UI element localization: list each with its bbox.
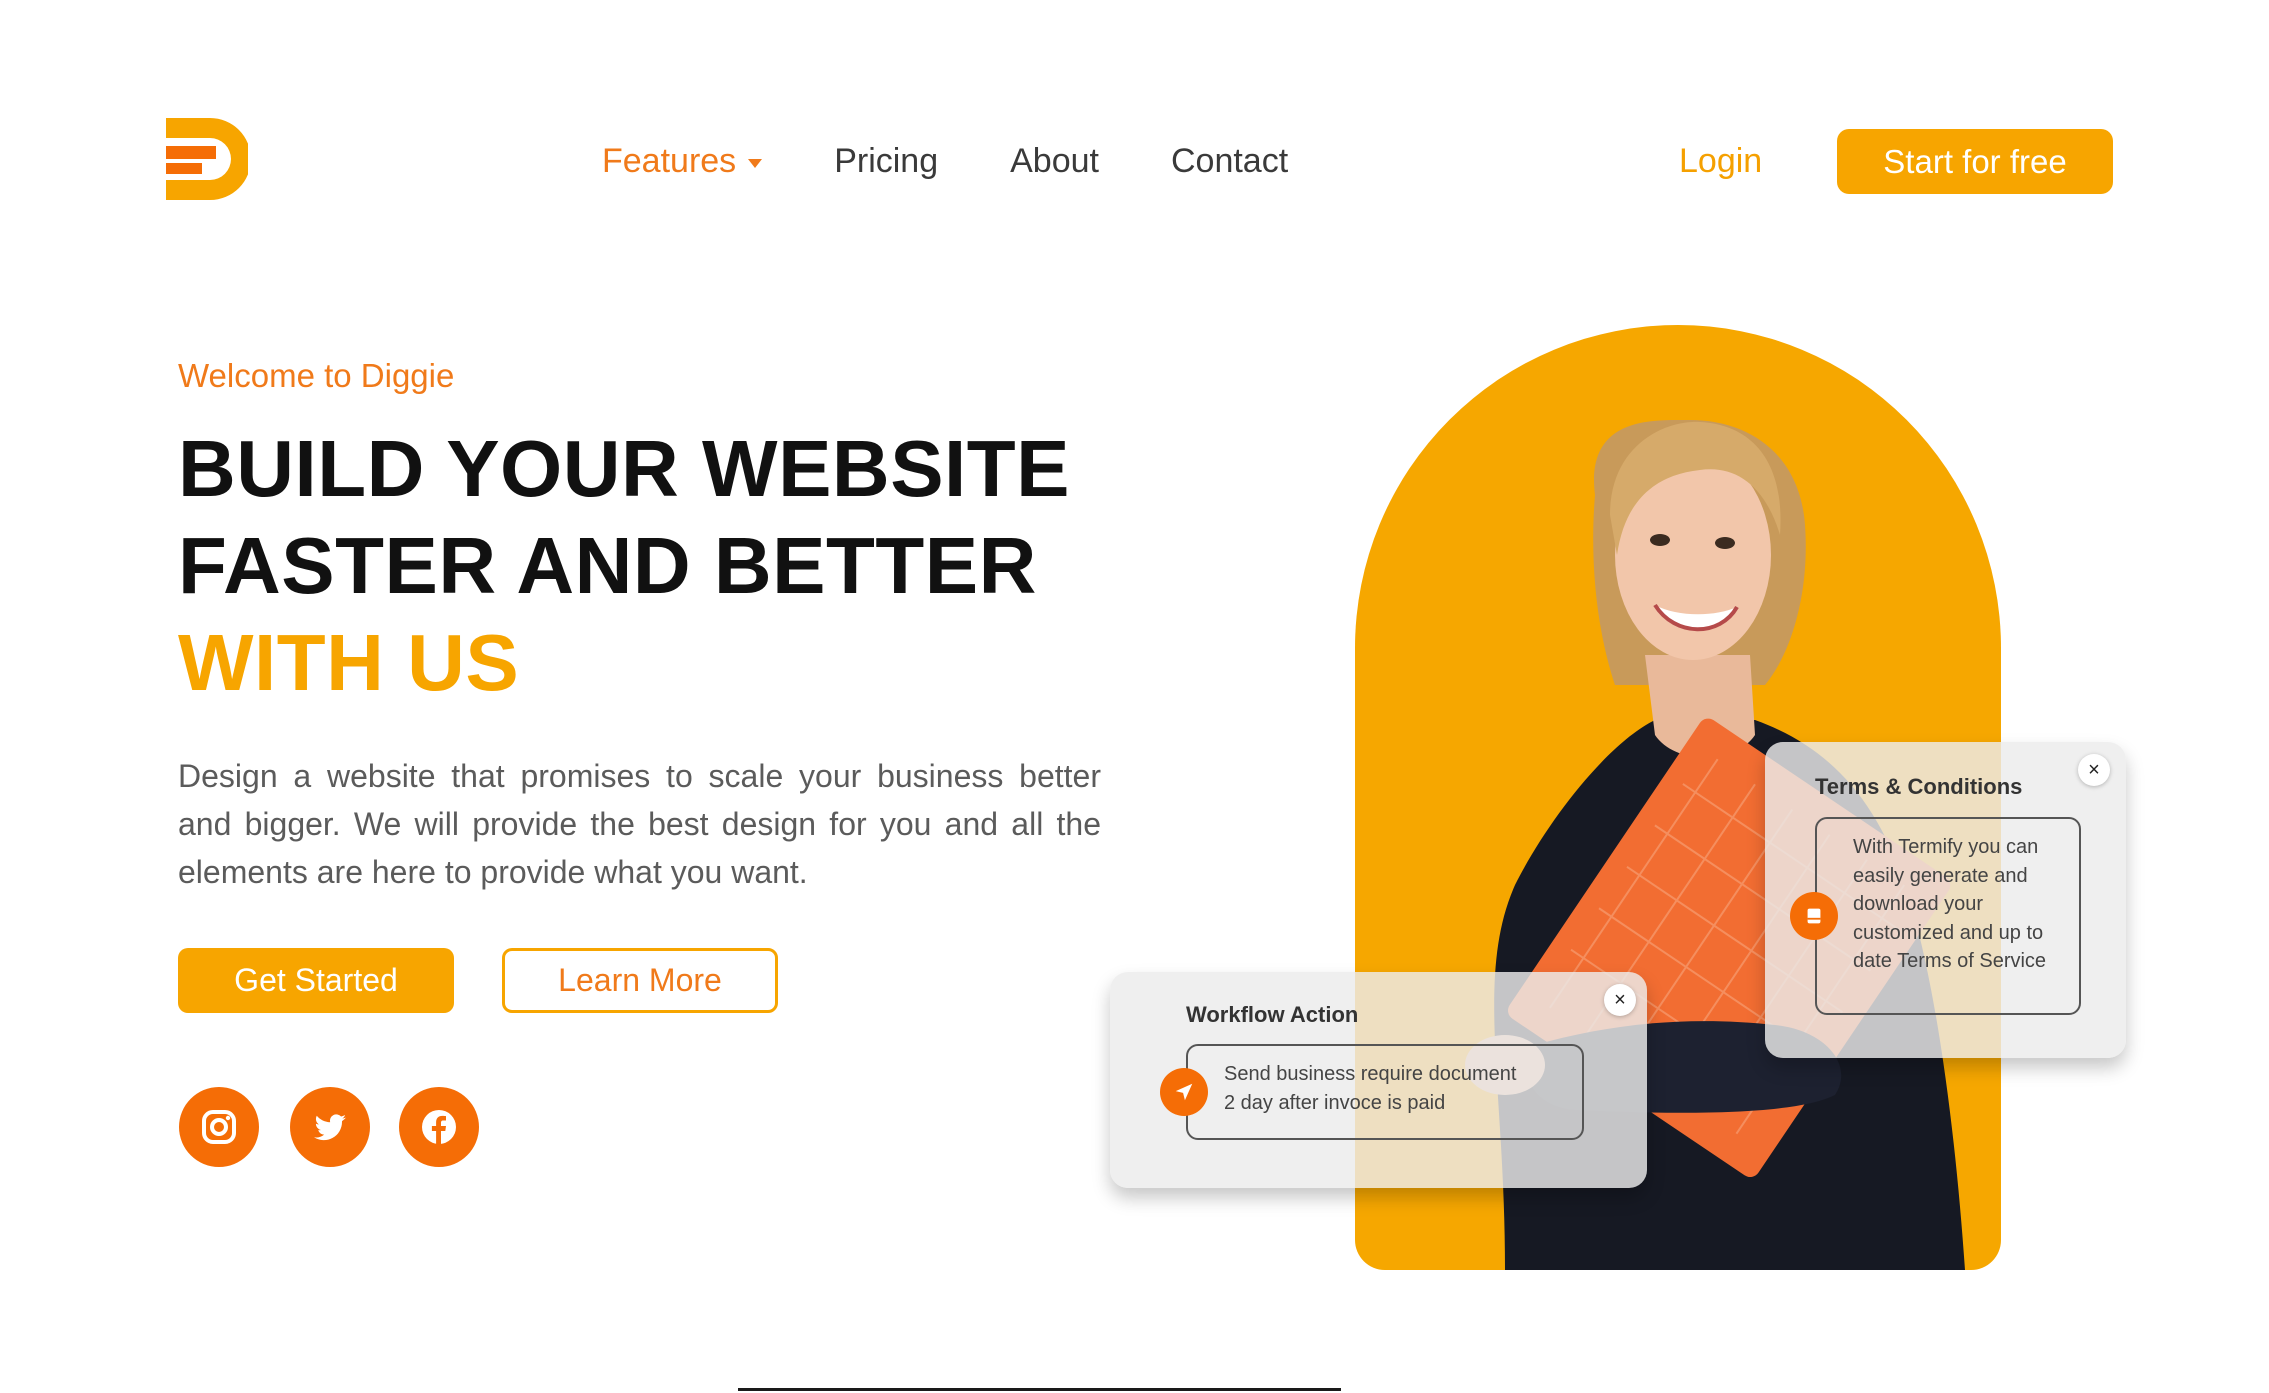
learn-more-button[interactable]: Learn More — [502, 948, 778, 1013]
text-line: customized and up to — [1853, 921, 2044, 944]
text-line: easily generate and — [1853, 864, 2028, 887]
send-icon — [1160, 1068, 1208, 1116]
chevron-down-icon — [748, 158, 763, 168]
facebook-icon[interactable] — [399, 1087, 479, 1167]
login-link[interactable]: Login — [1679, 139, 1762, 183]
get-started-button[interactable]: Get Started — [178, 948, 454, 1013]
terms-conditions-text: With Termify you can easily generate and… — [1815, 817, 2081, 1015]
text-line: 2 day after invoce is paid — [1224, 1091, 1446, 1114]
headline-line-1: BUILD YOUR WEBSITE — [178, 424, 1071, 513]
hero-description: Design a website that promises to scale … — [178, 758, 1101, 890]
text-line: date Terms of Service — [1853, 950, 2047, 972]
workflow-action-text: Send business require document 2 day aft… — [1186, 1044, 1584, 1140]
section-divider — [738, 1388, 1341, 1391]
text-line: download your — [1853, 893, 1984, 915]
start-for-free-button[interactable]: Start for free — [1837, 129, 2113, 194]
main-nav: Features Pricing About Contact — [602, 139, 1288, 183]
diggie-logo-icon[interactable] — [166, 118, 251, 200]
hero-headline: BUILD YOUR WEBSITE FASTER AND BETTER WIT… — [178, 420, 1070, 711]
headline-line-2: FASTER AND BETTER — [178, 521, 1037, 610]
workflow-action-card: Workflow Action × Send business require … — [1110, 972, 1647, 1188]
hero-eyebrow: Welcome to Diggie — [178, 357, 455, 394]
card-title: Workflow Action — [1186, 1002, 1359, 1027]
close-icon[interactable]: × — [1604, 984, 1636, 1016]
headline-line-3: WITH US — [178, 618, 520, 707]
nav-item-contact[interactable]: Contact — [1171, 139, 1288, 183]
text-line: With Termify you can — [1853, 836, 2039, 858]
nav-item-about[interactable]: About — [1010, 139, 1099, 183]
nav-item-features[interactable]: Features — [602, 139, 763, 183]
document-icon — [1790, 892, 1838, 940]
text-line: Send business require document — [1224, 1063, 1517, 1085]
card-title: Terms & Conditions — [1815, 774, 2023, 799]
terms-conditions-card: Terms & Conditions × With Termify you ca… — [1765, 742, 2126, 1058]
nav-item-pricing[interactable]: Pricing — [834, 139, 938, 183]
twitter-icon[interactable] — [290, 1087, 370, 1167]
instagram-icon[interactable] — [179, 1087, 259, 1167]
close-icon[interactable]: × — [2078, 754, 2110, 786]
nav-item-label: Features — [602, 142, 737, 180]
